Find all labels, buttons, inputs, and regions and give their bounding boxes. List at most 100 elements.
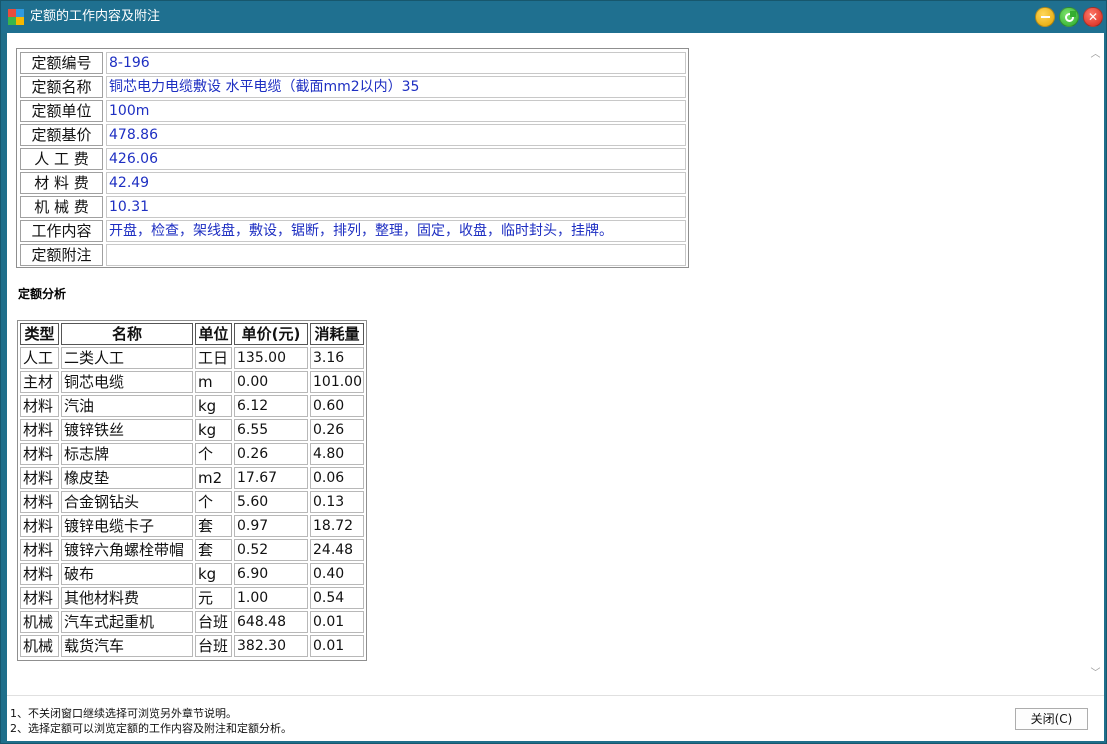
table-cell: 0.13 bbox=[310, 491, 364, 513]
table-cell: 材料 bbox=[20, 443, 59, 465]
info-row: 工作内容 开盘，检查，架线盘，敷设，锯断，排列，整理，固定，收盘，临时封头，挂牌。 bbox=[20, 220, 687, 242]
table-cell: 18.72 bbox=[310, 515, 364, 537]
table-cell: 工日 bbox=[195, 347, 232, 369]
table-cell: 0.06 bbox=[310, 467, 364, 489]
table-cell: 人工 bbox=[20, 347, 59, 369]
app-icon bbox=[8, 9, 24, 25]
table-cell: 材料 bbox=[20, 467, 59, 489]
table-cell: 台班 bbox=[195, 611, 232, 633]
info-label: 定额附注 bbox=[20, 244, 103, 266]
maximize-button[interactable] bbox=[1059, 7, 1079, 27]
table-cell: 铜芯电缆 bbox=[61, 371, 193, 393]
table-cell: 个 bbox=[195, 491, 232, 513]
table-cell: 台班 bbox=[195, 635, 232, 657]
table-cell: m2 bbox=[195, 467, 232, 489]
table-cell: 135.00 bbox=[234, 347, 308, 369]
column-header: 单位 bbox=[195, 323, 232, 345]
table-cell: 5.60 bbox=[234, 491, 308, 513]
table-cell: 材料 bbox=[20, 395, 59, 417]
table-cell: 镀锌电缆卡子 bbox=[61, 515, 193, 537]
content-area: 定额编号 8-196 定额名称 铜芯电力电缆敷设 水平电缆（截面mm2以内）35 定额单… bbox=[7, 33, 1104, 695]
table-cell: 0.60 bbox=[310, 395, 364, 417]
info-label: 定额名称 bbox=[20, 76, 103, 98]
table-cell: m bbox=[195, 371, 232, 393]
table-cell: 汽油 bbox=[61, 395, 193, 417]
minimize-button[interactable] bbox=[1035, 7, 1055, 27]
analysis-title: 定额分析 bbox=[18, 287, 67, 301]
info-row: 定额单位 100m bbox=[20, 100, 687, 122]
info-row: 机 械 费 10.31 bbox=[20, 196, 687, 218]
close-button[interactable]: 关闭(C) bbox=[1015, 708, 1088, 730]
table-cell: 0.01 bbox=[310, 611, 364, 633]
table-cell: kg bbox=[195, 395, 232, 417]
table-cell: 材料 bbox=[20, 539, 59, 561]
table-cell: 二类人工 bbox=[61, 347, 193, 369]
table-cell: 材料 bbox=[20, 419, 59, 441]
table-cell: 材料 bbox=[20, 515, 59, 537]
table-cell: 橡皮垫 bbox=[61, 467, 193, 489]
table-cell: kg bbox=[195, 419, 232, 441]
info-row: 定额基价 478.86 bbox=[20, 124, 687, 146]
table-cell: 机械 bbox=[20, 611, 59, 633]
table-cell: 元 bbox=[195, 587, 232, 609]
info-value: 开盘，检查，架线盘，敷设，锯断，排列，整理，固定，收盘，临时封头，挂牌。 bbox=[106, 220, 686, 242]
minimize-icon bbox=[1040, 16, 1050, 18]
info-row: 定额附注 bbox=[20, 244, 687, 266]
table-cell: 其他材料费 bbox=[61, 587, 193, 609]
table-cell: 标志牌 bbox=[61, 443, 193, 465]
status-bar: 1、不关闭窗口继续选择可浏览另外章节说明。 2、选择定额可以浏览定额的工作内容及… bbox=[7, 695, 1104, 741]
table-cell: 6.55 bbox=[234, 419, 308, 441]
info-value: 42.49 bbox=[106, 172, 686, 194]
table-cell: 载货汽车 bbox=[61, 635, 193, 657]
table-cell: 4.80 bbox=[310, 443, 364, 465]
info-label: 机 械 费 bbox=[20, 196, 103, 218]
column-header: 名称 bbox=[61, 323, 193, 345]
table-cell: 17.67 bbox=[234, 467, 308, 489]
info-value: 8-196 bbox=[106, 52, 686, 74]
window-title: 定额的工作内容及附注 bbox=[30, 9, 161, 24]
dialog-window: 定额的工作内容及附注 ✕ 定额编号 8-196 定额名称 铜芯电力电缆敷设 水平电缆（… bbox=[0, 0, 1107, 744]
info-row: 材 料 费 42.49 bbox=[20, 172, 687, 194]
info-value: 478.86 bbox=[106, 124, 686, 146]
info-value: 426.06 bbox=[106, 148, 686, 170]
help-note-2: 2、选择定额可以浏览定额的工作内容及附注和定额分析。 bbox=[10, 722, 292, 735]
table-cell: 合金钢钻头 bbox=[61, 491, 193, 513]
table-cell: 镀锌铁丝 bbox=[61, 419, 193, 441]
table-cell: 机械 bbox=[20, 635, 59, 657]
title-bar[interactable]: 定额的工作内容及附注 ✕ bbox=[1, 1, 1106, 33]
info-label: 材 料 费 bbox=[20, 172, 103, 194]
info-label: 工作内容 bbox=[20, 220, 103, 242]
info-row: 定额名称 铜芯电力电缆敷设 水平电缆（截面mm2以内）35 bbox=[20, 76, 687, 98]
table-cell: 0.00 bbox=[234, 371, 308, 393]
table-cell: 0.52 bbox=[234, 539, 308, 561]
table-cell: 个 bbox=[195, 443, 232, 465]
table-cell: 汽车式起重机 bbox=[61, 611, 193, 633]
info-label: 定额编号 bbox=[20, 52, 103, 74]
table-cell: 648.48 bbox=[234, 611, 308, 633]
table-cell: 材料 bbox=[20, 563, 59, 585]
info-label: 定额基价 bbox=[20, 124, 103, 146]
table-cell: 0.40 bbox=[310, 563, 364, 585]
info-value: 100m bbox=[106, 100, 686, 122]
table-cell: 24.48 bbox=[310, 539, 364, 561]
vertical-scrollbar[interactable]: ︿ ﹀ bbox=[1087, 33, 1104, 695]
table-cell: 3.16 bbox=[310, 347, 364, 369]
info-value bbox=[106, 244, 686, 266]
table-cell: 破布 bbox=[61, 563, 193, 585]
info-label: 人 工 费 bbox=[20, 148, 103, 170]
table-cell: 镀锌六角螺栓带帽 bbox=[61, 539, 193, 561]
table-cell: 0.26 bbox=[310, 419, 364, 441]
quota-analysis-table: 类型 名称 单位 单价(元) 消耗量 人工 二类人工 工日 135.00 3.16 主材 铜芯电缆 m 0… bbox=[17, 320, 367, 661]
column-header: 单价(元) bbox=[234, 323, 308, 345]
table-cell: 382.30 bbox=[234, 635, 308, 657]
close-icon: ✕ bbox=[1087, 10, 1099, 24]
table-cell: 材料 bbox=[20, 491, 59, 513]
table-cell: 0.01 bbox=[310, 635, 364, 657]
scroll-up-icon[interactable]: ︿ bbox=[1090, 49, 1101, 60]
info-label: 定额单位 bbox=[20, 100, 103, 122]
close-window-button[interactable]: ✕ bbox=[1083, 7, 1103, 27]
column-header: 消耗量 bbox=[310, 323, 364, 345]
info-value: 铜芯电力电缆敷设 水平电缆（截面mm2以内）35 bbox=[106, 76, 686, 98]
scroll-down-icon[interactable]: ﹀ bbox=[1090, 668, 1101, 679]
column-header: 类型 bbox=[20, 323, 59, 345]
